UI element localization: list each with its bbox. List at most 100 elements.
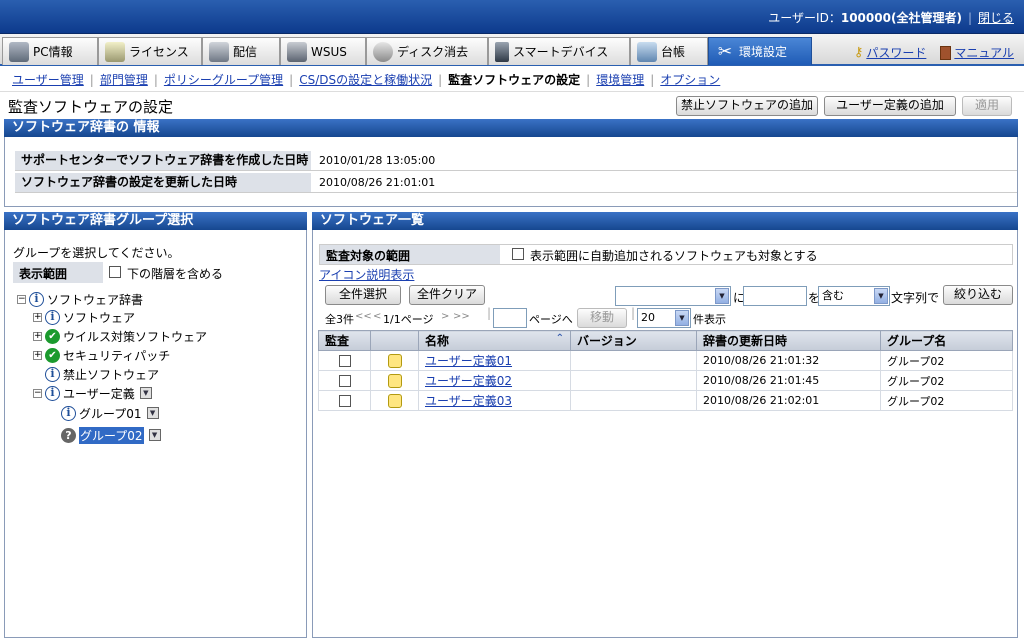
pager-first[interactable]: <<: [355, 311, 372, 322]
tab-wsus[interactable]: WSUS: [280, 37, 366, 65]
user-software-icon: [387, 393, 402, 408]
password-link[interactable]: パスワード: [866, 44, 926, 61]
name-cell: ユーザー定義03: [418, 390, 571, 411]
audit-checkbox[interactable]: [338, 395, 351, 407]
tab-label: WSUS: [311, 44, 347, 59]
subtab-department-management[interactable]: 部門管理: [94, 71, 154, 88]
title-row: 監査ソフトウェアの設定 禁止ソフトウェアの追加 ユーザー定義の追加 適用: [0, 92, 1024, 118]
tree-node-user-def[interactable]: − i ユーザー定義 ▼: [33, 384, 152, 402]
pager-page: 1/1ページ: [383, 313, 434, 326]
apply-button[interactable]: 適用: [962, 96, 1012, 116]
pager-last[interactable]: >>: [453, 311, 470, 322]
menu-dropdown-icon[interactable]: ▼: [139, 387, 152, 399]
tab-delivery[interactable]: 配信: [202, 37, 280, 65]
version-cell: [570, 350, 697, 371]
tree-node-antivirus[interactable]: + ✔ ウイルス対策ソフトウェア: [33, 327, 207, 345]
scope-auto-add-label: 表示範囲に自動追加されるソフトウェアも対象とする: [530, 249, 818, 263]
tree-label: 禁止ソフトウェア: [63, 367, 160, 382]
close-link[interactable]: 閉じる: [978, 11, 1014, 25]
col-name-label: 名称: [425, 334, 450, 348]
per-page-value: 20: [641, 311, 655, 324]
tree-node-prohibited[interactable]: i 禁止ソフトウェア: [45, 365, 159, 383]
audit-checkbox[interactable]: [338, 355, 351, 367]
select-all-button[interactable]: 全件選択: [325, 285, 401, 305]
tab-ledger[interactable]: 台帳: [630, 37, 708, 65]
filter-text-input[interactable]: [743, 286, 807, 306]
filter-column-select[interactable]: ▼: [615, 286, 731, 306]
tree-node-group02[interactable]: ? グループ02 ▼: [61, 426, 161, 444]
software-name-link[interactable]: ユーザー定義03: [425, 394, 512, 408]
software-name-link[interactable]: ユーザー定義01: [425, 354, 512, 368]
tree-node-security-patch[interactable]: + ✔ セキュリティパッチ: [33, 346, 170, 364]
tree-node-group01[interactable]: i グループ01 ▼: [61, 404, 159, 422]
tab-settings[interactable]: ✂ 環境設定: [708, 37, 812, 65]
tab-pc-info[interactable]: PC情報: [2, 37, 98, 65]
col-version[interactable]: バージョン: [570, 330, 697, 351]
password-link-wrap: ⚷ パスワード: [854, 44, 927, 61]
user-role: (全社管理者): [890, 11, 962, 25]
info-icon: i: [45, 366, 60, 382]
page-number-input[interactable]: [493, 308, 527, 328]
tree-label-selected: グループ02: [79, 426, 144, 444]
move-button[interactable]: 移動: [577, 308, 627, 328]
sort-icon[interactable]: ⌃: [556, 333, 564, 344]
clear-all-button[interactable]: 全件クリア: [409, 285, 485, 305]
col-group[interactable]: グループ名: [880, 330, 1013, 351]
tab-disk-erase[interactable]: ディスク消去: [366, 37, 488, 65]
user-software-icon: [387, 373, 402, 388]
manual-link-wrap: マニュアル: [940, 44, 1014, 61]
chevron-down-icon: ▼: [675, 310, 689, 326]
subtab-options[interactable]: オプション: [654, 71, 726, 88]
menu-dropdown-icon[interactable]: ▼: [148, 429, 161, 441]
col-name[interactable]: 名称 ⌃: [418, 330, 571, 351]
col-updated[interactable]: 辞書の更新日時: [696, 330, 881, 351]
expand-icon[interactable]: +: [33, 350, 42, 360]
audit-checkbox[interactable]: [338, 375, 351, 387]
collapse-icon[interactable]: −: [17, 294, 26, 304]
tab-license[interactable]: ライセンス: [98, 37, 202, 65]
name-cell: ユーザー定義02: [418, 370, 571, 391]
software-name-link[interactable]: ユーザー定義02: [425, 374, 512, 388]
sub-tabs: ユーザー管理 | 部門管理 | ポリシーグループ管理 | CS/DSの設定と稼働状況 |…: [0, 68, 1024, 92]
subtab-cs-ds-settings[interactable]: CS/DSの設定と稼働状況: [293, 71, 438, 88]
group-cell: グループ02: [880, 370, 1013, 391]
expand-icon[interactable]: +: [33, 312, 42, 322]
chevron-down-icon: ▼: [715, 288, 729, 304]
tree-label: グループ01: [79, 406, 142, 421]
menu-dropdown-icon[interactable]: ▼: [146, 407, 159, 419]
info-label: サポートセンターでソフトウェア辞書を作成した日時: [15, 151, 311, 170]
pc-icon: [9, 41, 29, 62]
page-title: 監査ソフトウェアの設定: [8, 98, 174, 116]
dict-info-header: ソフトウェア辞書の 情報: [4, 119, 1018, 137]
pager-prev[interactable]: <: [373, 311, 381, 322]
expand-icon[interactable]: +: [33, 331, 42, 341]
info-icon: i: [45, 385, 60, 401]
tree-node-software[interactable]: + i ソフトウェア: [33, 308, 135, 326]
scope-auto-add-checkbox[interactable]: [512, 248, 524, 260]
tab-smart-device[interactable]: スマートデバイス: [488, 37, 630, 65]
filter-button[interactable]: 絞り込む: [943, 285, 1013, 305]
pager-next[interactable]: >: [441, 311, 449, 322]
collapse-icon[interactable]: −: [33, 388, 42, 398]
settings-icon: ✂: [717, 41, 733, 62]
add-prohibited-software-button[interactable]: 禁止ソフトウェアの追加: [676, 96, 818, 116]
include-lower-label: 下の階層を含める: [127, 267, 224, 281]
add-user-definition-button[interactable]: ユーザー定義の追加: [824, 96, 956, 116]
subtab-user-management[interactable]: ユーザー管理: [6, 71, 90, 88]
check-circle-icon: ✔: [45, 347, 60, 363]
filter-mode-select[interactable]: 含む ▼: [818, 286, 890, 306]
per-page-select[interactable]: 20 ▼: [637, 308, 691, 328]
manual-link[interactable]: マニュアル: [954, 44, 1014, 61]
scope-row: 監査対象の範囲 表示範囲に自動追加されるソフトウェアも対象とする: [319, 244, 1013, 265]
subtab-policy-group[interactable]: ポリシーグループ管理: [158, 71, 289, 88]
audit-cell: [318, 390, 371, 411]
delivery-icon: [209, 41, 229, 62]
user-info: ユーザーID：100000(全社管理者) | 閉じる: [768, 11, 1014, 25]
include-lower-checkbox[interactable]: [109, 266, 121, 278]
subtab-environment-management[interactable]: 環境管理: [590, 71, 650, 88]
tree-label: ウイルス対策ソフトウェア: [63, 329, 208, 344]
icon-help-link[interactable]: アイコン説明表示: [319, 266, 414, 283]
tab-label: PC情報: [33, 45, 73, 59]
info-icon: i: [45, 309, 60, 325]
tree-node-root[interactable]: − i ソフトウェア辞書: [17, 290, 143, 308]
